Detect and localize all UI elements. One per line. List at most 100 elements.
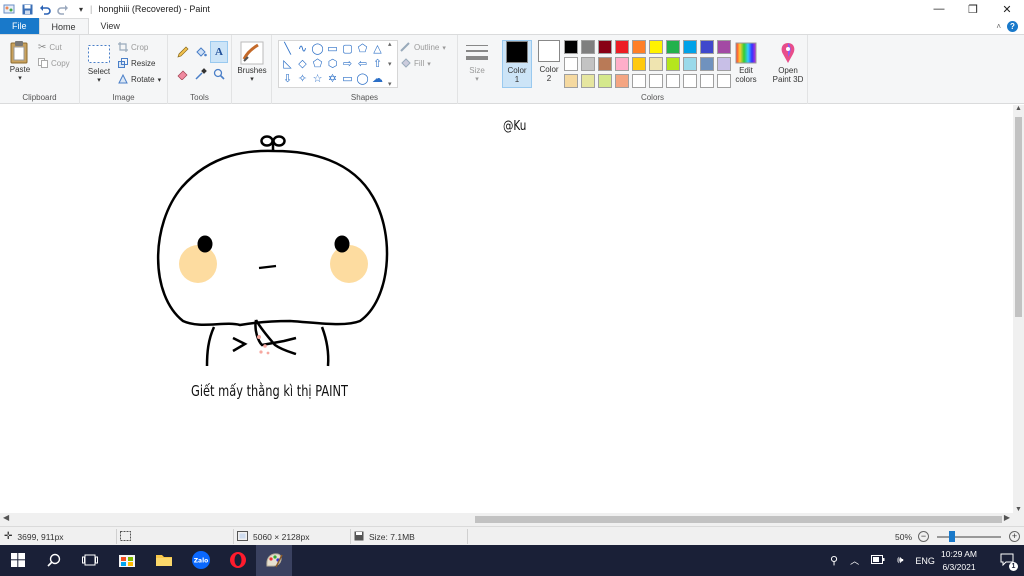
palette-color-swatch[interactable]: [632, 57, 646, 71]
taskbar-file-explorer[interactable]: [146, 545, 182, 576]
palette-color-swatch[interactable]: [564, 57, 578, 71]
curve-shape-icon[interactable]: ∿: [295, 42, 310, 57]
outline-dropdown-icon[interactable]: ▾: [442, 44, 446, 52]
oval-callout-shape-icon[interactable]: ◯: [355, 72, 370, 87]
color1-button[interactable]: Color 1: [502, 40, 532, 88]
open-paint3d-button[interactable]: Open Paint 3D: [768, 40, 808, 84]
tab-view[interactable]: View: [89, 18, 132, 34]
fill-dropdown-icon[interactable]: ▾: [427, 60, 431, 68]
rectangle-shape-icon[interactable]: ▭: [325, 42, 340, 57]
up-arrow-shape-icon[interactable]: ⇧: [370, 57, 385, 72]
paste-dropdown-icon[interactable]: ▾: [18, 74, 22, 82]
taskbar-paint[interactable]: [256, 545, 292, 576]
shapes-scroll-down-icon[interactable]: ▾: [388, 60, 396, 68]
horizontal-scroll-thumb[interactable]: [475, 516, 1002, 523]
input-language[interactable]: ENG: [915, 556, 935, 566]
vertical-scroll-thumb[interactable]: [1015, 117, 1022, 317]
size-dropdown-icon[interactable]: ▾: [475, 75, 479, 83]
show-hidden-icons-icon[interactable]: ︿: [850, 554, 859, 567]
tab-home[interactable]: Home: [38, 18, 89, 34]
palette-color-swatch[interactable]: [564, 40, 578, 54]
crop-button[interactable]: Crop: [118, 41, 148, 54]
maximize-button[interactable]: ❐: [956, 0, 990, 18]
rounded-rectangle-shape-icon[interactable]: ▢: [340, 42, 355, 57]
line-shape-icon[interactable]: ╲: [280, 42, 295, 57]
customize-dropdown-icon[interactable]: ▾: [74, 2, 88, 16]
select-button[interactable]: Select ▾: [85, 41, 113, 84]
palette-color-swatch[interactable]: [700, 40, 714, 54]
edit-colors-button[interactable]: Edit colors: [732, 40, 760, 84]
scroll-down-icon[interactable]: ▼: [1013, 506, 1024, 513]
cut-button[interactable]: ✂ Cut: [38, 41, 62, 54]
five-point-star-shape-icon[interactable]: ☆: [310, 72, 325, 87]
palette-color-swatch[interactable]: [598, 74, 612, 88]
four-point-star-shape-icon[interactable]: ✧: [295, 72, 310, 87]
scroll-left-icon[interactable]: ◀: [3, 513, 9, 522]
palette-color-swatch[interactable]: [649, 74, 663, 88]
palette-color-swatch[interactable]: [598, 40, 612, 54]
redo-icon[interactable]: [56, 2, 70, 16]
scroll-right-icon[interactable]: ▶: [1004, 513, 1010, 522]
size-button[interactable]: Size ▾: [462, 40, 492, 83]
task-view-button[interactable]: [72, 545, 108, 576]
shapes-scroll[interactable]: ▴ ▾ ▾: [388, 40, 396, 88]
palette-color-swatch[interactable]: [683, 40, 697, 54]
action-center-button[interactable]: 1: [990, 545, 1024, 576]
zoom-slider-track[interactable]: [937, 536, 1001, 538]
taskbar-zalo[interactable]: Zalo: [183, 545, 219, 576]
tab-file[interactable]: File: [0, 18, 39, 34]
rounded-callout-shape-icon[interactable]: ▭: [340, 72, 355, 87]
palette-color-swatch[interactable]: [700, 74, 714, 88]
close-button[interactable]: ✕: [990, 0, 1024, 18]
collapse-ribbon-icon[interactable]: ˄: [996, 22, 1001, 31]
palette-color-swatch[interactable]: [666, 57, 680, 71]
palette-color-swatch[interactable]: [666, 40, 680, 54]
fill-bucket-icon[interactable]: [192, 41, 210, 63]
palette-color-swatch[interactable]: [564, 74, 578, 88]
pencil-icon[interactable]: [174, 41, 192, 63]
zoom-slider-thumb[interactable]: [949, 531, 955, 542]
paint-app-icon[interactable]: [2, 2, 16, 16]
outline-button[interactable]: Outline ▾: [400, 41, 446, 54]
palette-color-swatch[interactable]: [649, 40, 663, 54]
palette-color-swatch[interactable]: [598, 57, 612, 71]
search-button[interactable]: [36, 545, 72, 576]
palette-color-swatch[interactable]: [649, 57, 663, 71]
left-arrow-shape-icon[interactable]: ⇦: [355, 57, 370, 72]
palette-color-swatch[interactable]: [581, 40, 595, 54]
oval-shape-icon[interactable]: ◯: [310, 42, 325, 57]
drawing-canvas[interactable]: [0, 105, 1013, 513]
palette-color-swatch[interactable]: [615, 74, 629, 88]
zoom-in-button[interactable]: +: [1009, 527, 1020, 546]
palette-color-swatch[interactable]: [717, 40, 731, 54]
palette-color-swatch[interactable]: [615, 57, 629, 71]
right-triangle-shape-icon[interactable]: ◺: [280, 57, 295, 72]
taskbar-app-store[interactable]: [109, 545, 145, 576]
shapes-gallery[interactable]: ╲ ∿ ◯ ▭ ▢ ⬠ △ ◺ ◇ ⬠ ⬡ ⇨ ⇦ ⇧ ⇩ ✧ ☆ ✡ ▭ ◯ …: [278, 40, 398, 88]
battery-icon[interactable]: [871, 555, 885, 566]
paste-button[interactable]: Paste ▾: [6, 39, 34, 82]
undo-icon[interactable]: [38, 2, 52, 16]
people-icon[interactable]: ⚲: [830, 554, 838, 567]
pentagon-shape-icon[interactable]: ⬠: [310, 57, 325, 72]
color2-button[interactable]: Color 2: [534, 40, 564, 88]
brushes-dropdown-icon[interactable]: ▾: [250, 75, 254, 83]
magnifier-icon[interactable]: [210, 63, 228, 85]
right-arrow-shape-icon[interactable]: ⇨: [340, 57, 355, 72]
down-arrow-shape-icon[interactable]: ⇩: [280, 72, 295, 87]
system-clock[interactable]: 10:29 AM 6/3/2021: [933, 548, 985, 574]
start-button[interactable]: [0, 545, 36, 576]
diamond-shape-icon[interactable]: ◇: [295, 57, 310, 72]
rotate-button[interactable]: Rotate ▾: [118, 73, 161, 86]
text-tool-icon[interactable]: A: [210, 41, 228, 63]
palette-color-swatch[interactable]: [683, 74, 697, 88]
zoom-out-button[interactable]: −: [918, 527, 929, 546]
scroll-up-icon[interactable]: ▲: [1013, 105, 1024, 112]
fill-button[interactable]: Fill ▾: [400, 57, 431, 70]
horizontal-scrollbar[interactable]: ◀ ▶: [0, 513, 1013, 526]
polygon-shape-icon[interactable]: ⬠: [355, 42, 370, 57]
palette-color-swatch[interactable]: [615, 40, 629, 54]
palette-color-swatch[interactable]: [666, 74, 680, 88]
select-dropdown-icon[interactable]: ▾: [97, 76, 101, 84]
vertical-scrollbar[interactable]: ▲ ▼: [1013, 105, 1024, 513]
